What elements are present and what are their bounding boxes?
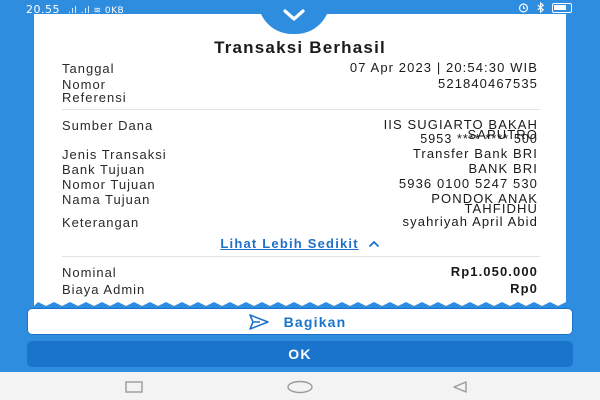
divider xyxy=(62,109,540,110)
label-description: Keterangan xyxy=(62,215,140,230)
recents-square-icon[interactable] xyxy=(124,380,144,394)
send-icon xyxy=(249,314,269,330)
label-destination-name: Nama Tujuan xyxy=(62,192,151,207)
chevron-up-icon xyxy=(368,240,379,248)
home-circle-icon[interactable] xyxy=(285,380,315,394)
back-triangle-icon[interactable] xyxy=(450,380,470,394)
bluetooth-icon xyxy=(537,2,545,13)
value-description: syahriyah April Abid xyxy=(402,214,538,229)
value-destination-bank: BANK BRI xyxy=(468,161,538,176)
share-button-label: Bagikan xyxy=(283,313,347,330)
ok-button-label: OK xyxy=(288,346,312,362)
label-destination-number: Nomor Tujuan xyxy=(62,177,156,192)
ok-button[interactable]: OK xyxy=(27,341,573,367)
label-source-fund: Sumber Dana xyxy=(62,118,154,133)
value-reference: 521840467535 xyxy=(438,76,538,91)
value-transaction-type: Transfer Bank BRI xyxy=(412,146,538,161)
share-button[interactable]: Bagikan xyxy=(27,308,573,335)
navigation-bar xyxy=(0,372,600,400)
chevron-down-icon xyxy=(283,9,305,21)
label-destination-bank: Bank Tujuan xyxy=(62,162,146,177)
label-transaction-type: Jenis Transaksi xyxy=(62,147,167,162)
label-reference: Nomor Referensi xyxy=(62,77,127,105)
receipt-torn-edge xyxy=(34,300,566,306)
label-date: Tanggal xyxy=(62,61,115,76)
value-date: 07 Apr 2023 | 20:54:30 WIB xyxy=(349,60,538,75)
value-nominal: Rp1.050.000 xyxy=(450,264,538,279)
label-nominal: Nominal xyxy=(62,265,117,280)
label-admin-fee: Biaya Admin xyxy=(62,282,146,297)
battery-icon xyxy=(552,2,572,13)
status-icons xyxy=(518,2,572,13)
page-title: Transaksi Berhasil xyxy=(214,38,386,57)
divider xyxy=(62,256,540,257)
toggle-details-link[interactable]: Lihat Lebih Sedikit xyxy=(0,236,600,251)
value-admin-fee: Rp0 xyxy=(510,281,538,296)
alarm-icon xyxy=(518,3,529,13)
value-destination-number: 5936 0100 5247 530 xyxy=(398,176,538,191)
value-source-account: 5953 **** **** 500 xyxy=(420,132,538,146)
toggle-details-label: Lihat Lebih Sedikit xyxy=(220,236,359,251)
